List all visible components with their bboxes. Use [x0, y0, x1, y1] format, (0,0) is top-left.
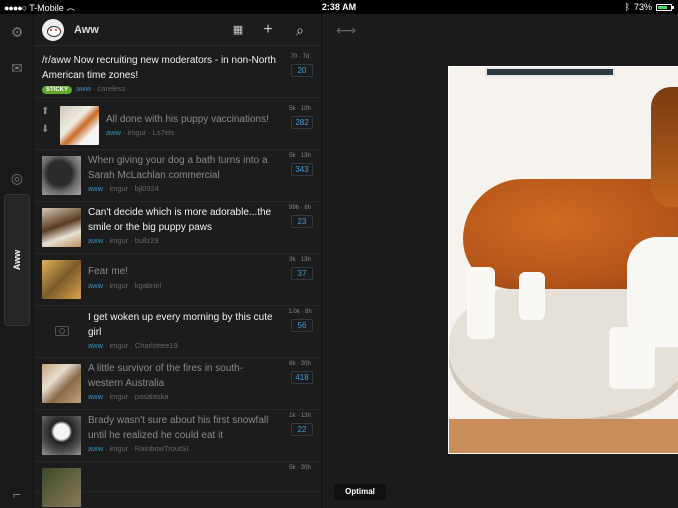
- post-subreddit[interactable]: aww: [88, 341, 103, 350]
- post-thumbnail[interactable]: [42, 260, 81, 299]
- post-subreddit[interactable]: aww: [88, 281, 103, 290]
- view-mode-button[interactable]: Optimal: [334, 484, 386, 500]
- list-item[interactable]: Brady wasn't sure about his first snowfa…: [34, 410, 320, 462]
- post-title[interactable]: When giving your dog a bath turns into a…: [88, 153, 278, 183]
- rail-tab-label: Aww: [12, 249, 22, 271]
- post-domain: imgur: [109, 184, 129, 193]
- post-title[interactable]: /r/aww Now recruiting new moderators - i…: [42, 53, 282, 83]
- post-thumbnail[interactable]: [42, 156, 81, 195]
- list-item[interactable]: ⬆ ⬇ All done with his puppy vaccinations…: [34, 98, 320, 150]
- post-image[interactable]: [448, 66, 678, 454]
- subreddit-avatar[interactable]: [42, 18, 64, 41]
- post-thumbnail[interactable]: [42, 416, 81, 455]
- comment-count[interactable]: 343: [291, 163, 313, 176]
- post-domain: imgur: [109, 392, 129, 401]
- score-meta: 3k · 13h: [289, 257, 311, 263]
- post-title[interactable]: Fear me!: [88, 264, 278, 279]
- post-subreddit[interactable]: aww: [88, 392, 103, 401]
- post-meta: aww · imgur · bjl0924: [88, 184, 159, 193]
- post-subreddit[interactable]: aww: [88, 184, 103, 193]
- post-domain: imgur: [127, 128, 147, 137]
- post-author[interactable]: kgabriel: [135, 281, 161, 290]
- list-item[interactable]: 5k · 20h: [34, 462, 320, 507]
- comment-count[interactable]: 20: [291, 64, 313, 77]
- post-meta: aww · imgur · pasalaska: [88, 392, 169, 401]
- clock: 2:38 AM: [321, 2, 357, 12]
- post-title[interactable]: A little survivor of the fires in south-…: [88, 361, 278, 391]
- post-thumbnail[interactable]: [42, 364, 81, 403]
- post-title[interactable]: I get woken up every morning by this cut…: [88, 310, 278, 340]
- search-icon[interactable]: ⌕: [292, 22, 308, 38]
- post-subreddit[interactable]: aww: [76, 84, 91, 93]
- list-item[interactable]: When giving your dog a bath turns into a…: [34, 150, 320, 202]
- score-meta: 6k · 20h: [289, 361, 311, 367]
- post-author[interactable]: bjl0924: [135, 184, 159, 193]
- upvote-icon[interactable]: ⬆: [41, 106, 49, 117]
- post-author[interactable]: careless: [98, 84, 126, 93]
- subreddit-title[interactable]: Aww: [74, 24, 99, 36]
- camera-icon: [55, 326, 69, 336]
- post-author[interactable]: bullz29: [135, 236, 159, 245]
- list-item[interactable]: I get woken up every morning by this cut…: [34, 306, 320, 358]
- post-meta: STICKY aww · careless: [42, 84, 125, 94]
- post-thumbnail[interactable]: [60, 106, 99, 145]
- score-meta: 1k · 13h: [289, 413, 311, 419]
- score-meta: 5k · 20h: [289, 465, 311, 471]
- post-title[interactable]: Brady wasn't sure about his first snowfa…: [88, 413, 278, 443]
- collapse-icon[interactable]: ⌐: [0, 486, 34, 502]
- grid-view-icon[interactable]: ▦: [230, 22, 246, 38]
- post-title[interactable]: All done with his puppy vaccinations!: [106, 112, 282, 127]
- comment-count[interactable]: 23: [291, 215, 313, 228]
- post-meta: aww · imgur · bullz29: [88, 236, 159, 245]
- post-meta: aww · imgur · Charlottee19: [88, 341, 178, 350]
- post-subreddit[interactable]: aww: [88, 444, 103, 453]
- downvote-icon[interactable]: ⬇: [41, 124, 49, 135]
- comment-count[interactable]: 56: [291, 319, 313, 332]
- comment-count[interactable]: 37: [291, 267, 313, 280]
- list-item[interactable]: Can't decide which is more adorable...th…: [34, 202, 320, 254]
- rail-tab-aww[interactable]: Aww: [4, 194, 30, 326]
- list-item[interactable]: Fear me! aww · imgur · kgabriel 3k · 13h 37: [34, 254, 320, 306]
- mail-icon[interactable]: ✉: [0, 60, 34, 77]
- comment-count[interactable]: 282: [291, 116, 313, 129]
- score-meta: 5k · 10h: [289, 106, 311, 112]
- score-meta: 996 · 6h: [288, 205, 312, 211]
- post-thumbnail[interactable]: [42, 208, 81, 247]
- post-domain: imgur: [109, 281, 129, 290]
- battery-icon: [656, 3, 674, 11]
- reddit-logo-icon[interactable]: ◎: [0, 170, 34, 187]
- add-icon[interactable]: +: [260, 22, 276, 38]
- post-thumbnail[interactable]: [42, 468, 81, 507]
- post-meta: aww · imgur · Ls7els: [106, 128, 175, 137]
- feed-header: Aww ▦ + ⌕: [34, 14, 320, 46]
- post-title[interactable]: Can't decide which is more adorable...th…: [88, 205, 278, 235]
- post-subreddit[interactable]: aww: [106, 128, 121, 137]
- sticky-badge: STICKY: [42, 86, 73, 94]
- expand-icon[interactable]: ⟷: [336, 22, 356, 39]
- feed-panel: Aww ▦ + ⌕ /r/aww Now recruiting new mode…: [34, 14, 320, 508]
- post-meta: aww · imgur · kgabriel: [88, 281, 162, 290]
- comment-count[interactable]: 22: [291, 423, 313, 436]
- post-meta: aww · imgur · RainbowTroutSI: [88, 444, 189, 453]
- detail-pane: ⟷ Optimal: [321, 14, 678, 508]
- post-author[interactable]: RainbowTroutSI: [135, 444, 189, 453]
- gear-icon[interactable]: ⚙: [0, 24, 34, 41]
- post-subreddit[interactable]: aww: [88, 236, 103, 245]
- comment-count[interactable]: 418: [291, 371, 313, 384]
- score-meta: 70 · 7d: [290, 54, 310, 60]
- post-author[interactable]: Ls7els: [153, 128, 175, 137]
- battery-percent: 73%: [633, 2, 652, 12]
- post-author[interactable]: pasalaska: [135, 392, 169, 401]
- post-domain: imgur: [109, 236, 129, 245]
- post-domain: imgur: [109, 444, 129, 453]
- list-item[interactable]: A little survivor of the fires in south-…: [34, 358, 320, 410]
- post-domain: imgur: [109, 341, 129, 350]
- post-author[interactable]: Charlottee19: [135, 341, 178, 350]
- status-bar: ●●●●○ T-Mobile ︵ 2:38 AM ᛒ 73%: [0, 0, 678, 14]
- left-rail: ⚙ ✉ ◎ Aww ⌐: [0, 14, 34, 508]
- score-meta: 5k · 13h: [289, 153, 311, 159]
- list-item[interactable]: /r/aww Now recruiting new moderators - i…: [34, 46, 320, 98]
- bluetooth-icon: ᛒ: [624, 2, 630, 12]
- score-meta: 1.0k · 8h: [288, 309, 312, 315]
